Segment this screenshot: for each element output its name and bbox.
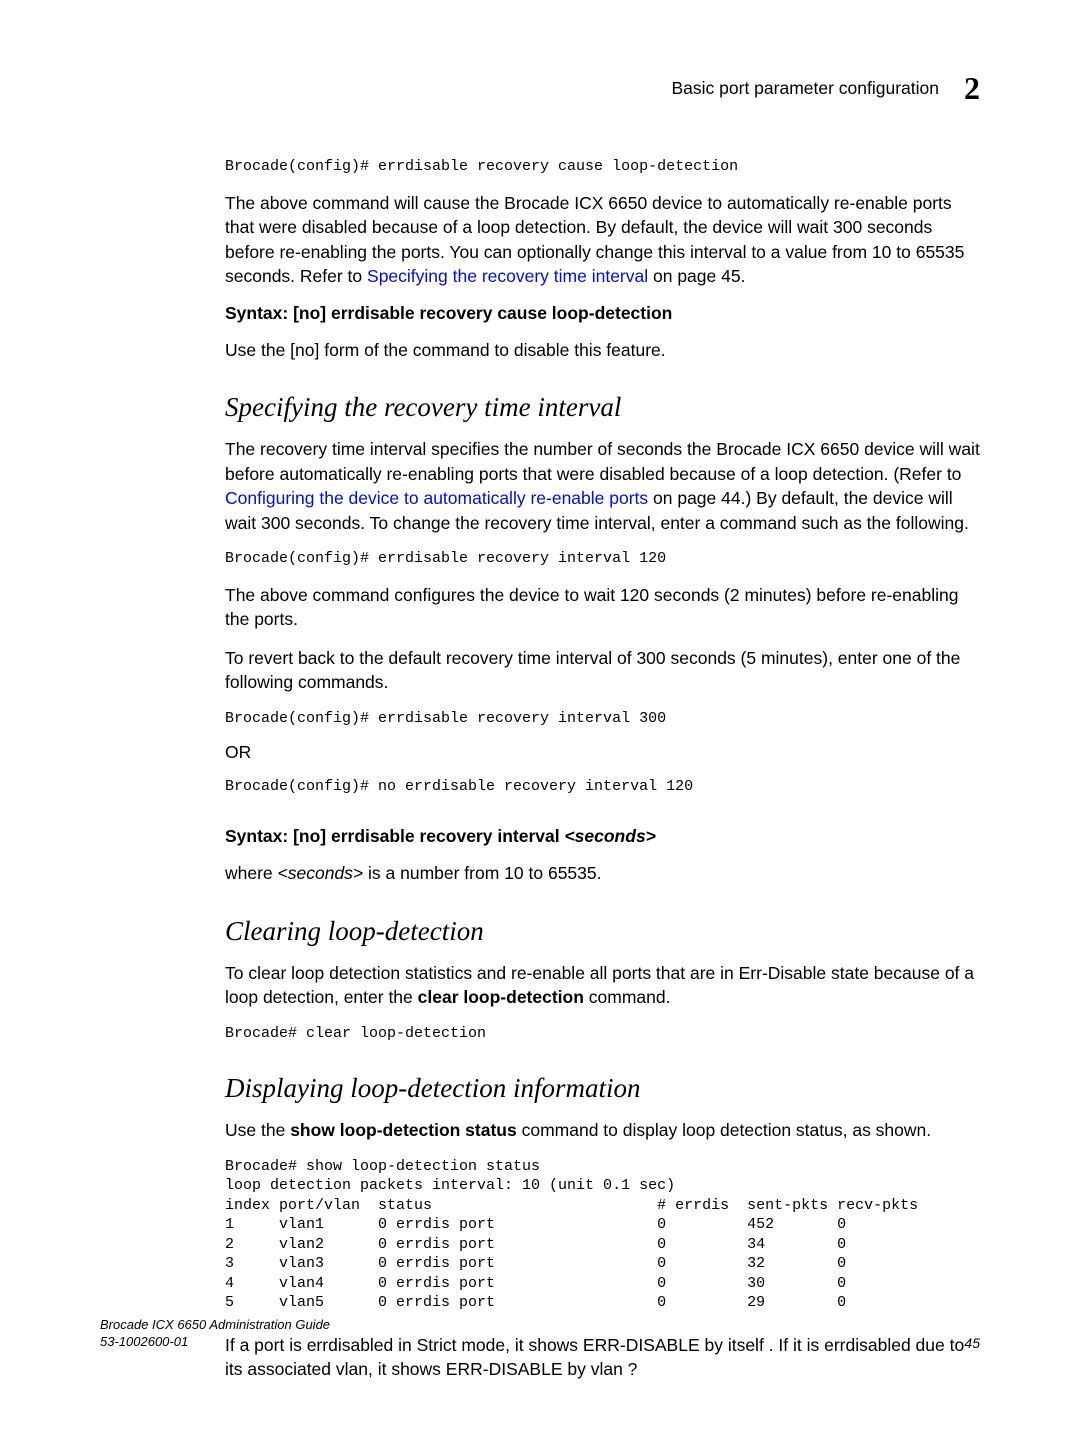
para-revert: To revert back to the default recovery t… — [225, 646, 980, 695]
footer-page: 45 — [964, 1335, 980, 1351]
section-title: Basic port parameter configuration — [672, 78, 940, 99]
para2-text-b: on page 45. — [648, 266, 745, 286]
syntax2-seconds: <seconds> — [564, 826, 655, 846]
footer-docnum: 53-1002600-01 — [100, 1334, 188, 1349]
link-recovery-interval[interactable]: Specifying the recovery time interval — [367, 266, 648, 286]
code-block-1: Brocade(config)# errdisable recovery cau… — [225, 157, 980, 177]
heading-recovery-interval: Specifying the recovery time interval — [225, 392, 980, 423]
chapter-number: 2 — [964, 70, 980, 107]
code-block-4: Brocade(config)# no errdisable recovery … — [225, 777, 980, 797]
code-block-3: Brocade(config)# errdisable recovery int… — [225, 709, 980, 729]
or-divider: OR — [225, 740, 980, 765]
page-header: Basic port parameter configuration 2 — [225, 60, 980, 107]
syntax-2: Syntax: [no] errdisable recovery interva… — [225, 826, 980, 847]
footer-left: Brocade ICX 6650 Administration Guide 53… — [100, 1316, 330, 1351]
footer-guide: Brocade ICX 6650 Administration Guide — [100, 1317, 330, 1332]
code-block-status-table: Brocade# show loop-detection status loop… — [225, 1157, 980, 1313]
para-clear: To clear loop detection statistics and r… — [225, 961, 980, 1010]
para4-text-a: The recovery time interval specifies the… — [225, 439, 980, 484]
code-block-2: Brocade(config)# errdisable recovery int… — [225, 549, 980, 569]
page-footer: Brocade ICX 6650 Administration Guide 53… — [100, 1316, 980, 1351]
syntax2-text-a: Syntax: [no] errdisable recovery interva… — [225, 826, 564, 846]
para7-b: <seconds> — [278, 863, 364, 883]
para8-b: clear loop-detection — [418, 987, 584, 1007]
para-wait-120: The above command configures the device … — [225, 583, 980, 632]
heading-displaying: Displaying loop-detection information — [225, 1073, 980, 1104]
para7-a: where — [225, 863, 278, 883]
para8-c: command. — [584, 987, 671, 1007]
paragraph-intro: The above command will cause the Brocade… — [225, 191, 980, 289]
link-auto-reenable[interactable]: Configuring the device to automatically … — [225, 488, 648, 508]
para9-c: command to display loop detection status… — [517, 1120, 931, 1140]
para-show-status: Use the show loop-detection status comma… — [225, 1118, 980, 1143]
code-block-5: Brocade# clear loop-detection — [225, 1024, 980, 1044]
syntax-1: Syntax: [no] errdisable recovery cause l… — [225, 303, 980, 324]
para9-a: Use the — [225, 1120, 290, 1140]
para7-c: is a number from 10 to 65535. — [363, 863, 601, 883]
para-no-form: Use the [no] form of the command to disa… — [225, 338, 980, 363]
heading-clearing: Clearing loop-detection — [225, 916, 980, 947]
para9-b: show loop-detection status — [290, 1120, 517, 1140]
para-recovery-intro: The recovery time interval specifies the… — [225, 437, 980, 535]
para-seconds-range: where <seconds> is a number from 10 to 6… — [225, 861, 980, 886]
